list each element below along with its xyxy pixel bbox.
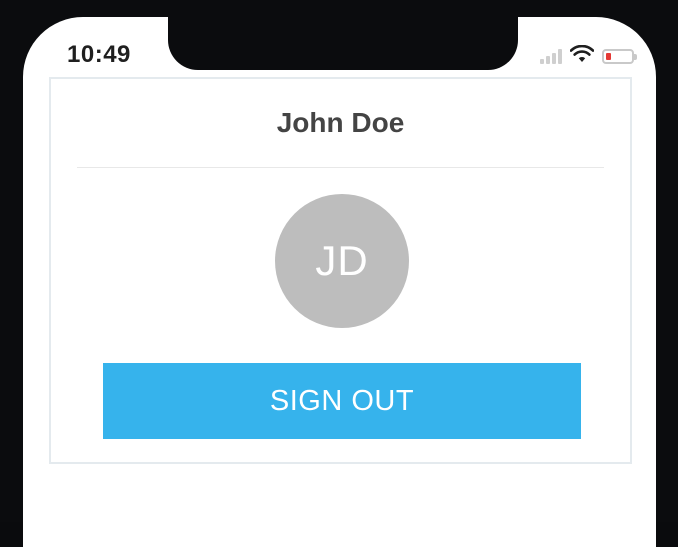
profile-card: John Doe JD SIGN OUT [49,77,632,464]
profile-name: John Doe [276,107,405,138]
cellular-signal-icon [540,48,562,64]
status-icons [540,44,637,68]
status-time: 10:49 [67,41,131,68]
avatar: JD [275,194,409,328]
wifi-icon [569,44,595,68]
device-frame: 10:49 John Doe JD SIGN OUT [0,0,678,547]
avatar-initials: JD [315,237,369,284]
divider [77,167,604,168]
battery-low-icon [602,48,637,64]
phone-screen: 10:49 John Doe JD SIGN OUT [23,17,656,547]
notch [168,17,518,70]
battery-level [606,52,611,60]
sign-out-label: SIGN OUT [269,384,415,417]
sign-out-button[interactable]: SIGN OUT [103,363,581,439]
